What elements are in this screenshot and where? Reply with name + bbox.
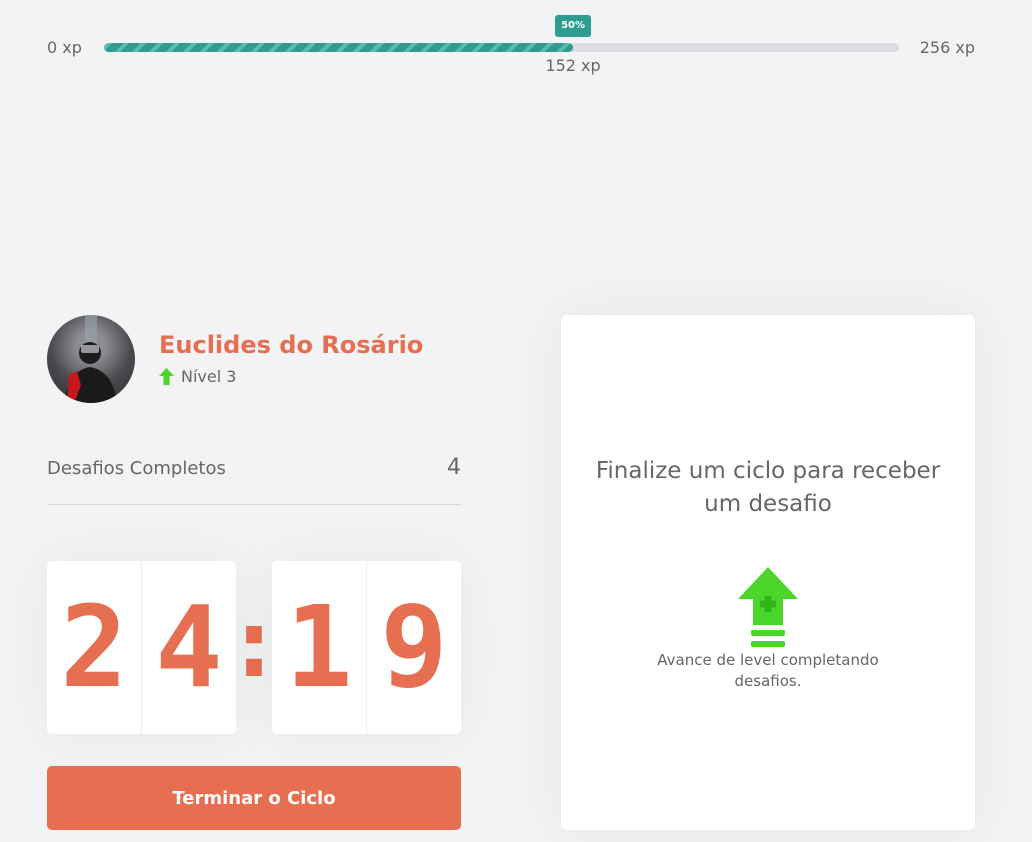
xp-current-label: 152 xp [545, 56, 601, 75]
completed-challenges-label: Desafios Completos [47, 458, 226, 479]
xp-progress-fill [104, 43, 574, 52]
completed-challenges: Desafios Completos 4 [47, 455, 461, 505]
countdown-separator: : [225, 586, 283, 699]
user-name: Euclides do Rosário [159, 331, 424, 359]
avatar [47, 315, 135, 403]
minute-tens-digit: 2 [47, 561, 142, 734]
xp-progress-badge: 50% [555, 15, 592, 37]
second-ones-digit: 9 [380, 582, 448, 713]
countdown-timer: 2 4 : 1 9 [47, 561, 461, 734]
level-up-icon [738, 567, 798, 647]
minute-ones-digit: 4 [155, 582, 223, 713]
challenge-box-title: Finalize um ciclo para receber um desafi… [595, 458, 941, 517]
xp-min-label: 0 xp [47, 38, 82, 57]
second-tens-digit: 1 [272, 561, 367, 734]
xp-max-label: 256 xp [919, 38, 975, 57]
challenge-box: Finalize um ciclo para receber um desafi… [561, 315, 975, 830]
end-cycle-button[interactable]: Terminar o Ciclo [47, 766, 461, 830]
countdown-seconds: 1 9 [272, 561, 461, 734]
level-row: Nível 3 [159, 367, 236, 386]
xp-progress-bar [104, 43, 899, 52]
challenge-box-hint: Avance de level completando desafios. [657, 651, 879, 690]
avatar-photo [65, 315, 117, 403]
countdown-minutes: 2 4 [47, 561, 236, 734]
level-label: Nível 3 [181, 367, 237, 386]
level-up-arrow-icon [159, 368, 174, 385]
completed-challenges-count: 4 [447, 455, 461, 480]
page: 0 xp 50% 152 xp 256 xp Euclides do Rosár… [0, 0, 1032, 842]
